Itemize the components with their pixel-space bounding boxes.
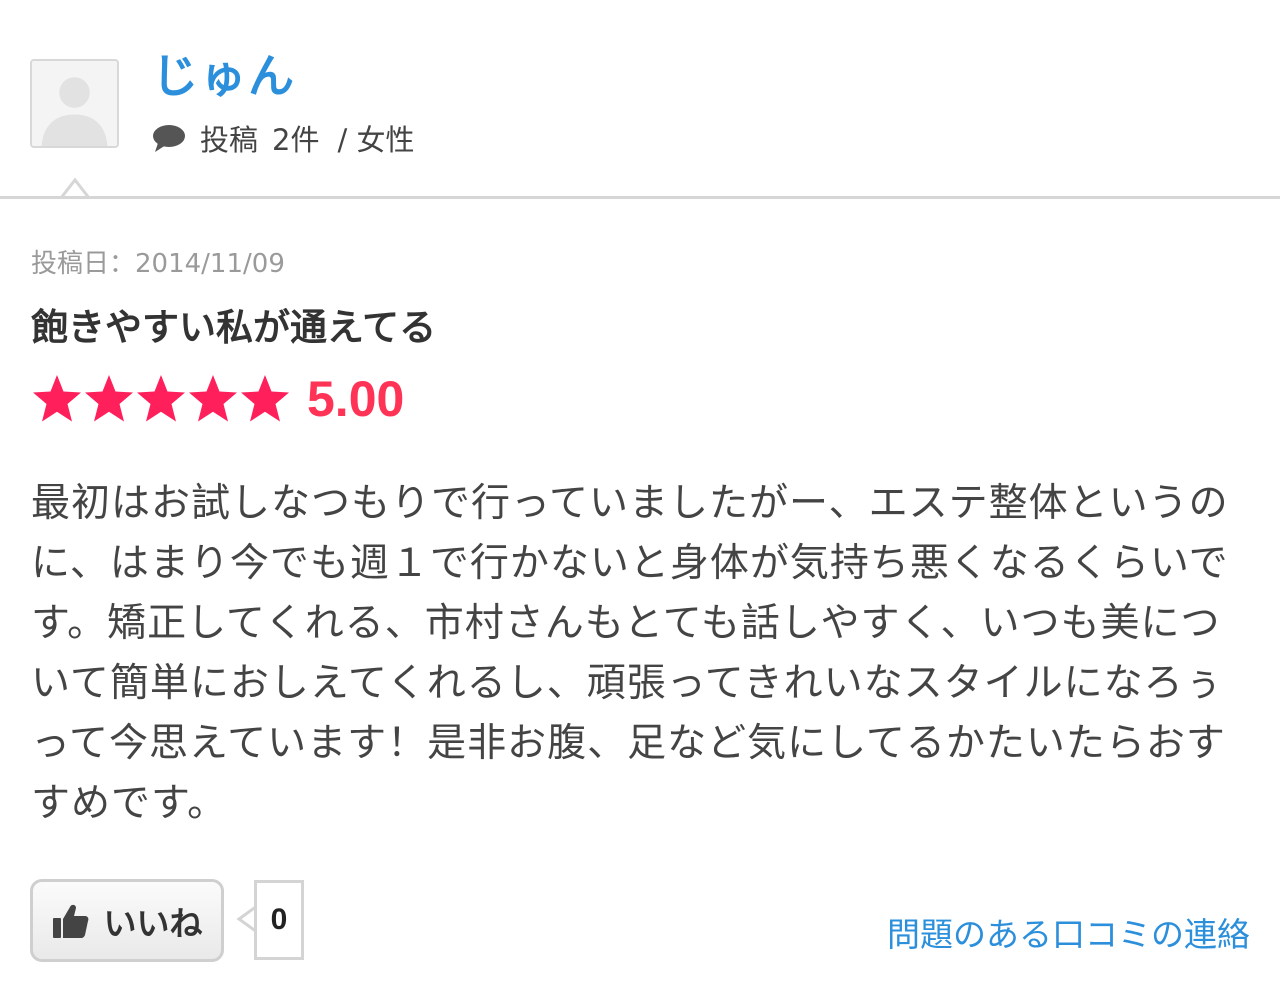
divider — [0, 196, 1280, 199]
thumbs-up-icon — [52, 904, 88, 938]
review-title: 飽きやすい私が通えてる — [31, 306, 437, 349]
rating-score: 5.00 — [307, 371, 405, 427]
user-header: じゅん 投稿 2件 / 女性 — [0, 0, 1280, 199]
avatar[interactable] — [30, 59, 119, 148]
like-count-value: 0 — [270, 903, 288, 936]
user-meta: 投稿 2件 / 女性 — [152, 118, 414, 158]
review-page: じゅん 投稿 2件 / 女性 投稿日：2014/11/09 飽きやすい私が通えて… — [0, 0, 1280, 989]
like-button[interactable]: いいね — [30, 879, 224, 962]
comment-bubble-icon — [153, 125, 185, 152]
star-icon — [33, 375, 81, 422]
username[interactable]: じゅん — [152, 46, 296, 106]
star-icon — [189, 375, 237, 422]
gender: / 女性 — [337, 123, 415, 157]
star-icon — [137, 375, 185, 422]
like-label: いいね — [103, 903, 203, 943]
posts-label: 投稿 — [200, 123, 259, 157]
posts-count: 2件 — [272, 123, 320, 157]
rating: 5.00 — [31, 370, 404, 428]
report-review-link[interactable]: 問題のある口コミの連絡 — [887, 912, 1250, 958]
user-silhouette-icon — [32, 61, 117, 146]
star-icon — [85, 375, 133, 422]
star-rating — [31, 373, 291, 425]
like-count: 0 — [254, 880, 304, 960]
post-date: 投稿日：2014/11/09 — [31, 249, 285, 279]
star-icon — [241, 375, 289, 422]
review-body: 最初はお試しなつもりで行っていましたがー、エステ整体というのに、はまり今でも週１… — [31, 481, 1229, 826]
